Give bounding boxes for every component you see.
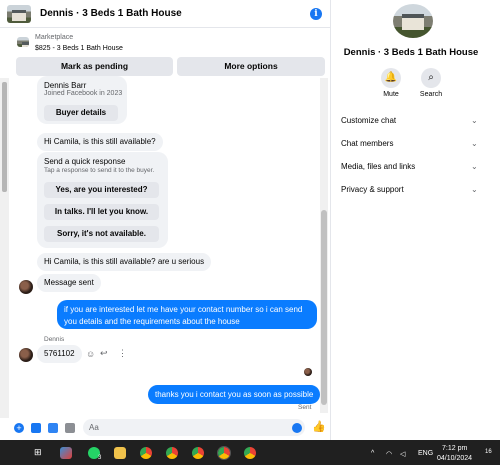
quick-reply-sorry[interactable]: Sorry, it's not available. xyxy=(44,226,159,242)
clock-time[interactable]: 7:12 pm xyxy=(442,445,467,452)
buyer-joined: Joined Facebook in 2023 xyxy=(44,90,123,97)
quick-response-card: Send a quick response Tap a response to … xyxy=(37,152,168,248)
marketplace-label: Marketplace xyxy=(35,34,74,41)
sender-name: Dennis xyxy=(44,336,65,343)
chat-members-row[interactable]: Chat members xyxy=(341,139,393,148)
media-files-row[interactable]: Media, files and links xyxy=(341,162,415,171)
message-bubble: Hi Camila, is this still available? xyxy=(37,133,163,151)
panel-title: Dennis · 3 Beds 1 Bath House xyxy=(343,47,479,58)
message-bubble: Hi Camila, is this still available? are … xyxy=(37,253,212,271)
quick-reply-talks[interactable]: In talks. I'll let you know. xyxy=(44,204,159,220)
like-icon[interactable]: 👍 xyxy=(312,420,326,433)
marketplace-listing[interactable]: Marketplace $825 - 3 Beds 1 Bath House xyxy=(0,28,330,56)
chevron-down-icon: ⌄ xyxy=(471,185,478,194)
chevron-down-icon: ⌄ xyxy=(471,162,478,171)
quick-reply-yes[interactable]: Yes, are you interested? xyxy=(44,182,159,198)
more-options-button[interactable]: More options xyxy=(177,57,325,76)
mute-label: Mute xyxy=(383,91,399,98)
plus-icon[interactable]: + xyxy=(14,423,24,433)
message-line: you details and the requirements about t… xyxy=(64,317,240,326)
message-bubble: 5761102 xyxy=(37,345,82,363)
message-status: Sent xyxy=(298,404,312,411)
chevron-down-icon: ⌄ xyxy=(471,139,478,148)
tray-chevron-icon[interactable]: ^ xyxy=(371,450,374,457)
chrome-icon[interactable] xyxy=(140,447,152,459)
app-icon[interactable] xyxy=(60,447,72,459)
chat-title[interactable]: Dennis · 3 Beds 1 Bath House xyxy=(40,8,310,19)
reply-icon[interactable]: ↩ xyxy=(100,348,108,359)
language-indicator[interactable]: ENG xyxy=(418,450,433,457)
left-scrollbar[interactable] xyxy=(0,78,9,418)
message-bubble: Message sent xyxy=(37,274,101,292)
chrome-icon[interactable] xyxy=(166,447,178,459)
read-receipt-avatar xyxy=(304,368,312,376)
clock-date[interactable]: 04/10/2024 xyxy=(437,455,472,462)
react-icon[interactable]: ☺ xyxy=(86,349,95,359)
notification-badge[interactable]: 16 xyxy=(485,449,492,455)
avatar[interactable] xyxy=(19,280,33,294)
volume-icon[interactable]: ◁ xyxy=(400,450,405,458)
message-input[interactable]: Aa xyxy=(83,419,305,436)
chrome-icon[interactable] xyxy=(244,447,256,459)
image-icon[interactable] xyxy=(31,423,41,433)
buyer-name: Dennis Barr xyxy=(44,81,87,90)
chrome-icon[interactable] xyxy=(192,447,204,459)
privacy-support-row[interactable]: Privacy & support xyxy=(341,185,404,194)
search-label: Search xyxy=(419,91,443,98)
mark-pending-button[interactable]: Mark as pending xyxy=(16,57,173,76)
task-view-icon[interactable]: ⊞ xyxy=(34,447,46,459)
listing-small-thumbnail xyxy=(17,37,29,47)
listing-thumbnail[interactable] xyxy=(7,4,31,23)
buyer-details-button[interactable]: Buyer details xyxy=(44,105,118,121)
quick-response-subtitle: Tap a response to send it to the buyer. xyxy=(44,167,155,174)
chat-info-panel: Dennis · 3 Beds 1 Bath House 🔔 ⌕ Mute Se… xyxy=(330,0,500,440)
bell-icon[interactable]: 🔔 xyxy=(381,68,401,88)
folder-icon[interactable] xyxy=(114,447,126,459)
gif-icon[interactable] xyxy=(65,423,75,433)
chevron-down-icon: ⌄ xyxy=(471,116,478,125)
more-icon[interactable]: ⋮ xyxy=(118,348,127,359)
emoji-icon[interactable] xyxy=(292,423,302,433)
chat-header: Dennis · 3 Beds 1 Bath House i xyxy=(0,0,330,28)
info-icon[interactable]: i xyxy=(310,7,322,20)
outgoing-message: if you are interested let me have your c… xyxy=(57,300,317,329)
customize-chat-row[interactable]: Customize chat xyxy=(341,116,396,125)
chrome-icon[interactable] xyxy=(217,446,231,460)
quick-response-title: Send a quick response xyxy=(44,157,126,166)
listing-photo xyxy=(393,4,433,38)
listing-summary: $825 - 3 Beds 1 Bath House xyxy=(35,45,123,52)
message-line: if you are interested let me have your c… xyxy=(64,305,303,314)
outgoing-message: thanks you i contact you as soon as poss… xyxy=(148,385,321,404)
wifi-icon[interactable]: ◠ xyxy=(386,450,392,458)
sticker-icon[interactable] xyxy=(48,423,58,433)
whatsapp-badge: 3 xyxy=(98,455,102,461)
buyer-card: Dennis Barr Joined Facebook in 2023 Buye… xyxy=(37,76,127,124)
search-icon[interactable]: ⌕ xyxy=(421,68,441,88)
avatar[interactable] xyxy=(19,348,33,362)
chat-scrollbar[interactable] xyxy=(320,78,328,413)
